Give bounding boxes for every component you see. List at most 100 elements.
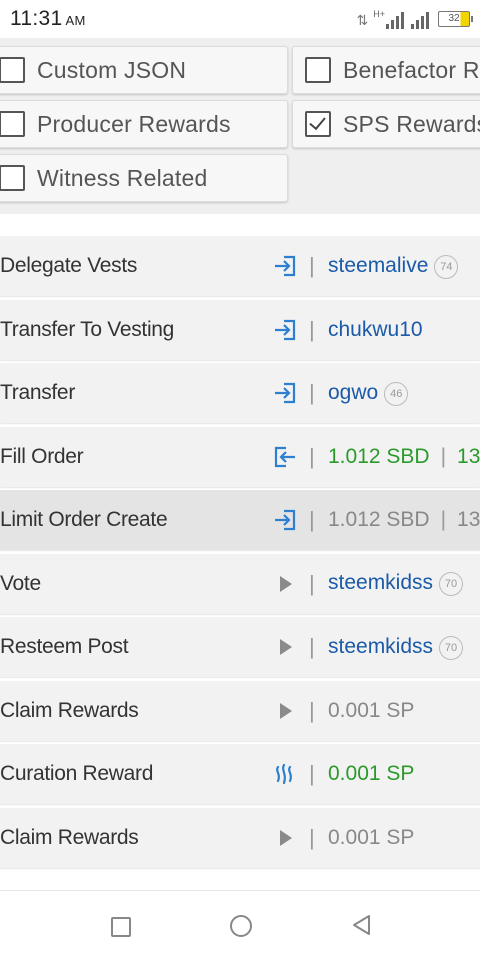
operation-row[interactable]: Transfer | ogwo 46: [0, 363, 480, 423]
play-icon: [280, 702, 292, 719]
operation-name: Claim Rewards: [0, 825, 139, 849]
operation-row[interactable]: Curation Reward | 0.001 SP: [0, 744, 480, 804]
operation-name: Claim Rewards: [0, 698, 139, 722]
reputation-badge: 74: [434, 254, 459, 279]
amount: 0.001 SP: [328, 762, 415, 785]
operation-row[interactable]: Fill Order | 1.012 SBD | 13: [0, 426, 480, 487]
checkbox-checked[interactable]: [305, 111, 331, 137]
operation-row[interactable]: Transfer To Vesting | chukwu10: [0, 299, 480, 360]
amount: 1.012 SBD: [328, 444, 430, 468]
filter-label: Producer Rewards: [37, 110, 231, 137]
reputation-badge: 70: [439, 635, 464, 660]
arrow-in-icon: [275, 319, 296, 340]
arrow-in-icon: [275, 509, 296, 531]
operation-name: Limit Order Create: [0, 508, 168, 531]
filter-label: SPS Rewards: [343, 110, 480, 137]
signal-icon-2: [411, 11, 429, 29]
separator: |: [309, 253, 315, 278]
battery-level: 32: [448, 13, 460, 24]
operation-value: 0.001 SP: [328, 699, 414, 723]
operation-name: Delegate Vests: [0, 254, 138, 277]
operation-value[interactable]: ogwo 46: [328, 381, 409, 406]
filter-label: Benefactor Rewards: [343, 56, 480, 83]
separator: |: [309, 316, 315, 342]
operation-name: Fill Order: [0, 444, 84, 468]
play-icon: [280, 829, 292, 846]
operation-row[interactable]: Delegate Vests | steemalive 74: [0, 236, 480, 296]
arrow-out-icon: [274, 446, 295, 467]
operation-filters: Custom JSON Benefactor Rewards Producer …: [0, 38, 480, 214]
operations-list: Delegate Vests | steemalive 74 Transfer T…: [0, 236, 480, 871]
account-link[interactable]: steemkidss: [328, 635, 433, 658]
home-button[interactable]: [230, 915, 252, 937]
back-button[interactable]: [350, 913, 372, 937]
operation-name: Vote: [0, 571, 41, 595]
checkbox[interactable]: [0, 111, 25, 137]
operation-value: 0.001 SP: [328, 826, 414, 850]
amount: 0.001 SP: [328, 698, 415, 722]
filter-label: Custom JSON: [37, 56, 187, 83]
network-type: H+: [373, 9, 385, 19]
separator: |: [309, 380, 315, 405]
filter-custom-json[interactable]: Custom JSON: [0, 46, 288, 94]
separator: |: [309, 507, 315, 532]
clock-ampm: AM: [65, 13, 86, 28]
data-transfer-icon: ⇅: [356, 12, 369, 28]
filter-producer-rewards[interactable]: Producer Rewards: [0, 100, 288, 148]
operation-row[interactable]: Limit Order Create | 1.012 SBD | 13: [0, 490, 480, 550]
separator: |: [309, 697, 315, 723]
status-bar: 11:31 AM ⇅ H+ 32: [0, 0, 480, 38]
clock-time: 11:31: [10, 7, 63, 30]
amount: 0.001 SP: [328, 825, 415, 849]
steem-icon: [276, 763, 292, 785]
signal-icon: [386, 11, 404, 29]
separator: |: [440, 508, 447, 531]
filter-witness-related[interactable]: Witness Related: [0, 154, 288, 202]
status-icons: ⇅ H+ 32: [356, 7, 473, 29]
play-icon: [280, 639, 292, 655]
divider: [0, 214, 480, 236]
separator: |: [309, 824, 315, 850]
filter-label: Witness Related: [37, 164, 208, 191]
account-link[interactable]: ogwo: [328, 381, 378, 404]
operation-value: 1.012 SBD | 13: [328, 508, 480, 532]
amount-extra: 13: [457, 508, 480, 531]
operation-value[interactable]: steemalive 74: [328, 254, 459, 279]
operation-row[interactable]: Vote | steemkidss 70: [0, 553, 480, 614]
recent-apps-button[interactable]: [111, 917, 131, 937]
operation-value: 1.012 SBD | 13: [328, 445, 480, 469]
filter-benefactor-rewards[interactable]: Benefactor Rewards: [292, 46, 480, 94]
operation-row[interactable]: Claim Rewards | 0.001 SP: [0, 807, 480, 868]
amount: 1.012 SBD: [328, 508, 430, 531]
arrow-in-icon: [275, 382, 296, 404]
operation-name: Resteem Post: [0, 635, 129, 658]
separator: |: [309, 443, 315, 469]
operation-name: Transfer: [0, 381, 76, 404]
clock: 11:31 AM: [10, 7, 86, 31]
operation-name: Transfer To Vesting: [0, 317, 175, 341]
account-link[interactable]: steemkidss: [328, 571, 433, 594]
reputation-badge: 70: [439, 572, 464, 596]
amount-extra: 13: [457, 444, 480, 468]
separator: |: [309, 570, 315, 596]
navigation-bar: [0, 890, 480, 961]
operation-value[interactable]: steemkidss 70: [328, 635, 464, 660]
checkbox[interactable]: [305, 57, 331, 83]
reputation-badge: 46: [384, 381, 409, 406]
play-icon: [280, 575, 292, 592]
separator: |: [309, 634, 315, 659]
operation-name: Curation Reward: [0, 762, 154, 785]
account-link[interactable]: steemalive: [328, 254, 428, 277]
separator: |: [309, 761, 315, 786]
checkbox[interactable]: [0, 165, 25, 191]
operation-value: 0.001 SP: [328, 762, 414, 786]
checkbox[interactable]: [0, 57, 25, 83]
filter-sps-rewards[interactable]: SPS Rewards: [292, 100, 480, 148]
separator: |: [440, 444, 447, 468]
operation-value[interactable]: chukwu10: [328, 318, 423, 342]
operation-value[interactable]: steemkidss 70: [328, 571, 464, 596]
account-link[interactable]: chukwu10: [328, 318, 423, 341]
operation-row[interactable]: Resteem Post | steemkidss 70: [0, 617, 480, 677]
battery-icon: 32: [438, 11, 473, 27]
operation-row[interactable]: Claim Rewards | 0.001 SP: [0, 680, 480, 741]
